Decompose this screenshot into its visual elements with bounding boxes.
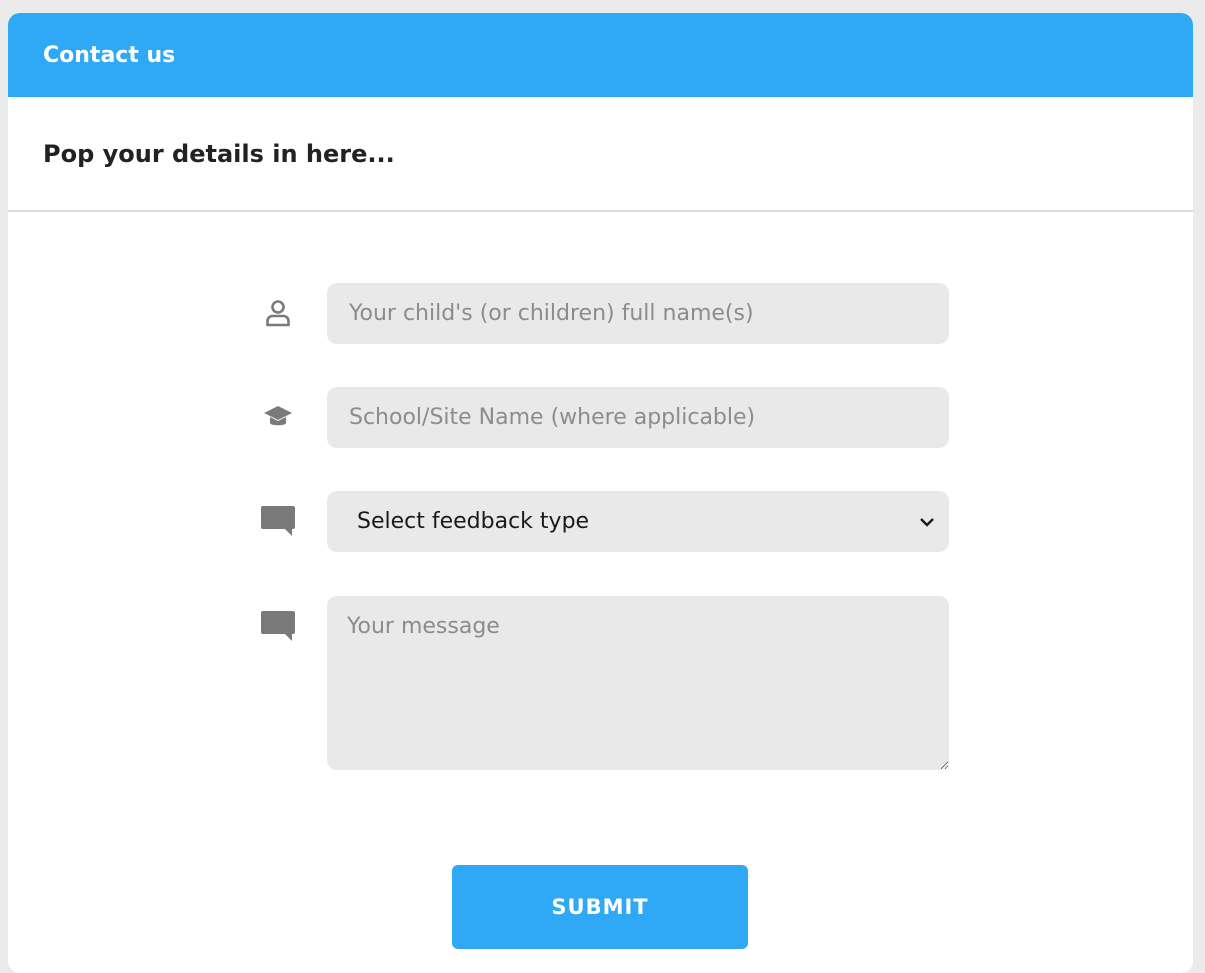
- form-subheader: Pop your details in here...: [8, 97, 1193, 212]
- feedback-type-select[interactable]: Select feedback type: [327, 491, 949, 552]
- feedback-type-row: Select feedback type: [258, 491, 949, 552]
- card-header: Contact us: [8, 13, 1193, 97]
- header-title: Contact us: [43, 42, 176, 68]
- school-row: [258, 387, 949, 448]
- comment-icon: [258, 606, 298, 646]
- graduation-cap-icon: [258, 397, 298, 437]
- contact-card: Contact us Pop your details in here... Y…: [8, 13, 1193, 973]
- child-name-row: [258, 283, 949, 344]
- school-input[interactable]: [327, 387, 949, 448]
- message-row: [258, 596, 949, 770]
- user-icon: [258, 293, 298, 333]
- subheader-title: Pop your details in here...: [43, 139, 395, 168]
- submit-button[interactable]: SUBMIT: [452, 865, 748, 949]
- child-name-input[interactable]: [327, 283, 949, 344]
- message-textarea[interactable]: [327, 596, 949, 770]
- comment-icon: [258, 501, 298, 541]
- chevron-down-icon: [919, 509, 935, 534]
- feedback-type-value: Select feedback type: [357, 509, 590, 534]
